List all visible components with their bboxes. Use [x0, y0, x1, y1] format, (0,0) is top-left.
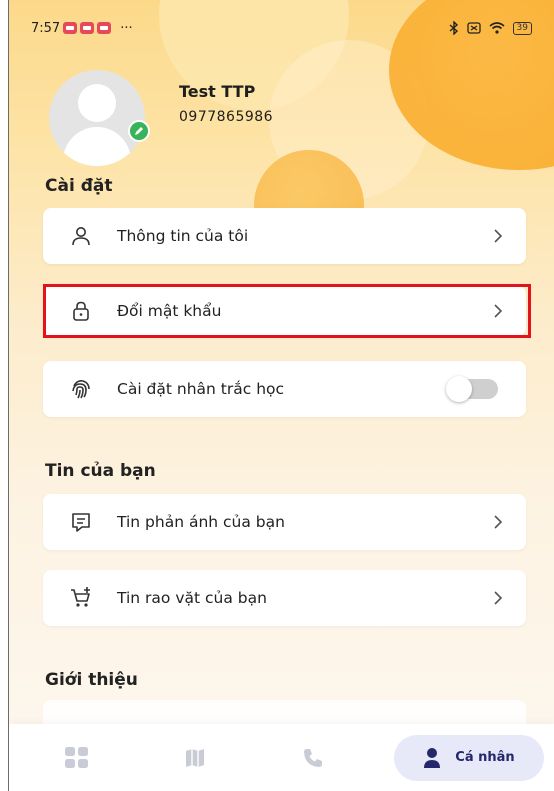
screen: 7:57 ··· 39 Test TTP 0977865986 Cài đặt …	[8, 0, 554, 791]
notification-icon	[80, 22, 95, 34]
nav-personal[interactable]: Cá nhân	[394, 734, 544, 781]
nav-map[interactable]	[145, 734, 245, 782]
notification-icon	[97, 22, 112, 34]
edit-avatar-icon[interactable]	[128, 120, 150, 142]
nav-phone[interactable]	[263, 734, 363, 782]
status-more: ···	[120, 20, 133, 36]
menu-item-label: Đổi mật khẩu	[117, 302, 222, 320]
menu-item-my-info[interactable]: Thông tin của tôi	[43, 208, 526, 264]
user-phone: 0977865986	[179, 109, 274, 125]
wifi-icon	[489, 22, 505, 34]
menu-item-classified-news[interactable]: Tin rao vặt của bạn	[43, 570, 526, 626]
nav-personal-label: Cá nhân	[455, 750, 515, 765]
menu-item-label: Tin rao vặt của bạn	[117, 589, 267, 607]
status-bar: 7:57 ··· 39	[31, 18, 532, 38]
battery-icon: 39	[512, 21, 532, 35]
sim-icon	[466, 22, 481, 34]
notification-icon	[63, 22, 78, 34]
phone-icon	[304, 748, 322, 767]
menu-item-feedback-news[interactable]: Tin phản ánh của bạn	[43, 494, 526, 550]
menu-item-label: Cài đặt nhân trắc học	[117, 380, 285, 398]
user-name: Test TTP	[179, 82, 256, 101]
section-title-about: Giới thiệu	[45, 670, 138, 690]
bottom-nav: Cá nhân	[9, 724, 554, 791]
chevron-right-icon	[490, 228, 506, 244]
avatar[interactable]	[49, 70, 145, 166]
map-icon	[186, 748, 204, 767]
chevron-right-icon	[490, 590, 506, 606]
biometrics-toggle[interactable]	[446, 376, 498, 402]
feedback-message-icon	[69, 510, 93, 534]
menu-item-label: Tin phản ánh của bạn	[117, 513, 285, 531]
cart-add-icon	[69, 586, 93, 610]
section-title-news: Tin của bạn	[45, 461, 156, 481]
user-icon	[69, 224, 93, 248]
grid-apps-icon	[65, 746, 88, 768]
status-time: 7:57	[31, 20, 61, 36]
bluetooth-icon	[449, 21, 458, 35]
menu-item-biometrics[interactable]: Cài đặt nhân trắc học	[43, 361, 526, 417]
nav-home[interactable]	[27, 734, 127, 782]
menu-item-change-password[interactable]: Đổi mật khẩu	[43, 286, 526, 336]
menu-item-label: Thông tin của tôi	[117, 227, 249, 245]
chevron-right-icon	[490, 303, 506, 319]
chevron-right-icon	[490, 514, 506, 530]
fingerprint-icon	[69, 377, 93, 401]
person-icon	[424, 747, 441, 768]
lock-icon	[69, 299, 93, 323]
section-title-settings: Cài đặt	[45, 176, 113, 196]
